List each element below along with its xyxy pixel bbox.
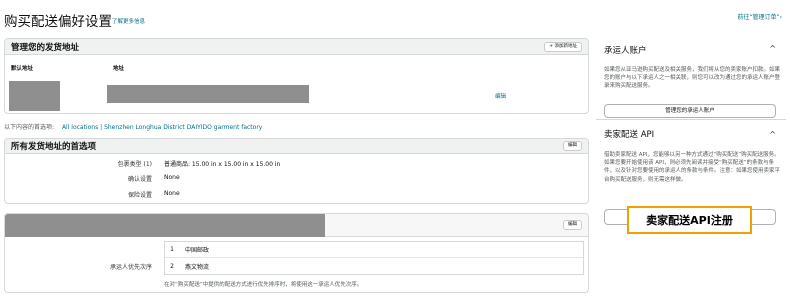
carrier-rank: 1 <box>170 246 174 253</box>
edit-address-link[interactable]: 编辑 <box>495 92 506 100</box>
carrier-name: 燕文物流 <box>185 263 210 271</box>
go-to-manage-orders-link[interactable]: 前往“管理订单”› <box>737 12 782 21</box>
confirmation-value: None <box>164 174 180 181</box>
carrier-list: 1 中国邮政 2 燕文物流 <box>164 241 584 275</box>
preferences-filter: 以下内容的首选项: All locations | Shenzhen Longh… <box>4 122 262 131</box>
package-type-label: 包裹类型 (1) <box>117 161 152 168</box>
carrier-rank: 2 <box>170 262 174 270</box>
page-title: 购买配送偏好设置 <box>4 14 112 30</box>
ship-from-title: 管理您的发货地址 <box>11 42 80 53</box>
all-addresses-preferences-panel: 所有发货地址的首选项 编辑 包裹类型 (1) 普通商品: 15.00 in x … <box>4 138 589 204</box>
seller-api-description: 借助卖家配送 API，您能够以另一种方式通过“购买配送”购买配送服务。如果您要开… <box>604 152 781 183</box>
package-type-value: 普通商品: 15.00 in x 15.00 in x 15.00 in <box>164 161 281 168</box>
insurance-value: None <box>164 190 180 197</box>
insurance-label: 保险设置 <box>127 192 152 199</box>
confirmation-label: 确认设置 <box>127 176 152 183</box>
all-prefs-header: 所有发货地址的首选项 编辑 <box>5 139 588 154</box>
carrier-priority-label: 承运人优先次序 <box>109 264 152 271</box>
edit-carrier-button[interactable]: 编辑 <box>563 220 582 230</box>
carrier-account-section: 承运人账户 ^ 如果您从亚马逊购买配送及相关服务，我们将从您的卖家账户扣款。如果… <box>596 38 786 120</box>
filter-label: 以下内容的首选项: <box>4 124 55 131</box>
seller-api-register-highlight[interactable]: 卖家配送API注册 <box>627 206 752 234</box>
carrier-priority-note: 在对“购买配送”中提供的配送方式进行优先排序时，将使用这一承运人优先次序。 <box>164 282 363 288</box>
carrier-item[interactable]: 2 燕文物流 <box>165 258 583 274</box>
edit-preferences-button[interactable]: 编辑 <box>563 141 582 151</box>
chevron-up-icon[interactable]: ^ <box>769 44 776 53</box>
location-selector-link[interactable]: All locations | Shenzhen Longhua Distric… <box>62 124 262 131</box>
add-address-button[interactable]: + 添加新地址 <box>544 41 582 52</box>
carrier-preference-panel: 编辑 承运人优先次序 1 中国邮政 2 燕文物流 在对“购买配送”中提供的配送方… <box>4 213 589 293</box>
all-prefs-title: 所有发货地址的首选项 <box>11 142 97 152</box>
sidebar: 承运人账户 ^ 如果您从亚马逊购买配送及相关服务，我们将从您的卖家账户扣款。如果… <box>596 38 786 296</box>
ship-from-header: 管理您的发货地址 + 添加新地址 <box>5 39 588 55</box>
redacted-address <box>107 85 309 103</box>
column-default-address: 默认地址 <box>11 66 34 72</box>
redacted-carrier-header <box>5 214 325 237</box>
seller-api-title: 卖家配送 API <box>604 130 655 140</box>
carrier-account-description: 如果您从亚马逊购买配送及相关服务，我们将从您的卖家账户扣款。如果您的账户与以下承… <box>604 67 781 90</box>
carrier-name: 中国邮政 <box>185 247 210 254</box>
carrier-item[interactable]: 1 中国邮政 <box>165 242 583 258</box>
learn-more-link[interactable]: 了解更多信息 <box>112 17 145 25</box>
redacted-default-address <box>9 81 60 111</box>
manage-carrier-accounts-button[interactable]: 管理您的承运人账户 <box>604 104 776 118</box>
ship-from-panel: 管理您的发货地址 + 添加新地址 默认地址 地址 编辑 <box>4 38 589 114</box>
carrier-account-title: 承运人账户 <box>604 46 647 56</box>
chevron-up-icon[interactable]: ^ <box>769 130 776 139</box>
column-address: 地址 <box>113 66 125 72</box>
